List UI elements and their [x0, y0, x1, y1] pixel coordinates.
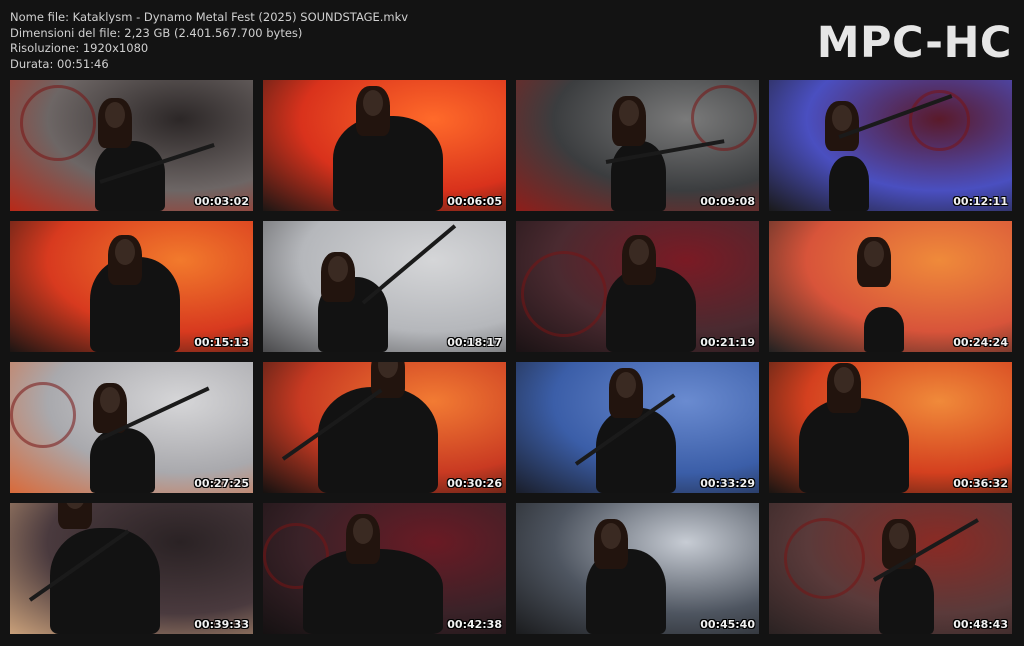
performer-silhouette	[829, 156, 869, 211]
file-size-line: Dimensioni del file: 2,23 GB (2.401.567.…	[10, 25, 303, 40]
thumbnail-singer-pointing-dark: 00:42:38	[263, 503, 506, 634]
resolution-line: Risoluzione: 1920x1080	[10, 41, 149, 56]
performer-silhouette	[864, 307, 904, 352]
performer-head	[328, 256, 348, 282]
timestamp-label: 00:30:26	[447, 477, 502, 490]
thumbnail-background	[769, 80, 1012, 211]
thumbnail-guitarist-headbang-dark-stage: 00:03:02	[10, 80, 253, 211]
thumbnail-guitarist-stage-rig: 00:45:40	[516, 503, 759, 634]
mpc-hc-logo: MPC-HC	[816, 18, 1012, 68]
performer-head	[105, 102, 125, 128]
performer-head	[115, 239, 135, 265]
performer-head	[629, 239, 649, 265]
performer-head	[834, 367, 854, 393]
timestamp-label: 00:48:43	[953, 618, 1008, 631]
timestamp-label: 00:24:24	[953, 336, 1008, 349]
performer-silhouette	[318, 387, 438, 493]
timestamp-label: 00:21:19	[700, 336, 755, 349]
thumbnail-guitarist-blue-haze: 00:33:29	[516, 362, 759, 493]
thumbnail-singer-mic-red-backdrop: 00:15:13	[10, 221, 253, 352]
thumbnail-singer-red-backdrop: 00:06:05	[263, 80, 506, 211]
timestamp-label: 00:42:38	[447, 618, 502, 631]
band-logo-backdrop	[10, 382, 76, 448]
timestamp-label: 00:15:13	[194, 336, 249, 349]
timestamp-label: 00:33:29	[700, 477, 755, 490]
timestamp-label: 00:12:11	[953, 195, 1008, 208]
thumbnail-guitarist-closeup-red: 00:30:26	[263, 362, 506, 493]
performer-head	[832, 105, 852, 131]
thumbnail-wide-stage-blue-light: 00:12:11	[769, 80, 1012, 211]
duration-line: Durata: 00:51:46	[10, 56, 109, 71]
band-logo-backdrop	[784, 518, 865, 599]
performer-head	[100, 387, 120, 413]
timestamp-label: 00:06:05	[447, 195, 502, 208]
performer-silhouette	[95, 141, 165, 211]
file-info-panel: Nome file: Kataklysm - Dynamo Metal Fest…	[10, 10, 408, 72]
band-logo-backdrop	[20, 85, 96, 161]
thumbnail-guitar-closeup-dark: 00:39:33	[10, 503, 253, 634]
performer-head	[619, 100, 639, 126]
timestamp-label: 00:18:17	[447, 336, 502, 349]
timestamp-label: 00:09:08	[700, 195, 755, 208]
performer-head	[353, 518, 373, 544]
performer-head	[889, 523, 909, 549]
performer-head	[616, 372, 636, 398]
thumbnail-wide-stage-crowd-drums: 00:24:24	[769, 221, 1012, 352]
timestamp-label: 00:45:40	[700, 618, 755, 631]
timestamp-label: 00:39:33	[194, 618, 249, 631]
thumbnail-guitarist-smoke-amps: 00:27:25	[10, 362, 253, 493]
thumbnail-guitarist-wide-red-logo: 00:48:43	[769, 503, 1012, 634]
thumbnail-guitarists-heavy-smoke: 00:18:17	[263, 221, 506, 352]
timestamp-label: 00:03:02	[194, 195, 249, 208]
timestamp-label: 00:36:32	[953, 477, 1008, 490]
thumbnail-singer-dark-red-logo: 00:21:19	[516, 221, 759, 352]
band-logo-backdrop	[521, 251, 607, 337]
performer-head	[601, 523, 621, 549]
thumbnail-drummer-cymbals-red: 00:36:32	[769, 362, 1012, 493]
thumbnail-grid: 00:03:02 00:06:05 00:09:08 00:12:11 00:15:13…	[10, 80, 1012, 634]
performer-head	[363, 90, 383, 116]
thumbnail-two-guitarists-smoke: 00:09:08	[516, 80, 759, 211]
performer-head	[864, 241, 884, 267]
timestamp-label: 00:27:25	[194, 477, 249, 490]
file-name-line: Nome file: Kataklysm - Dynamo Metal Fest…	[10, 10, 409, 24]
